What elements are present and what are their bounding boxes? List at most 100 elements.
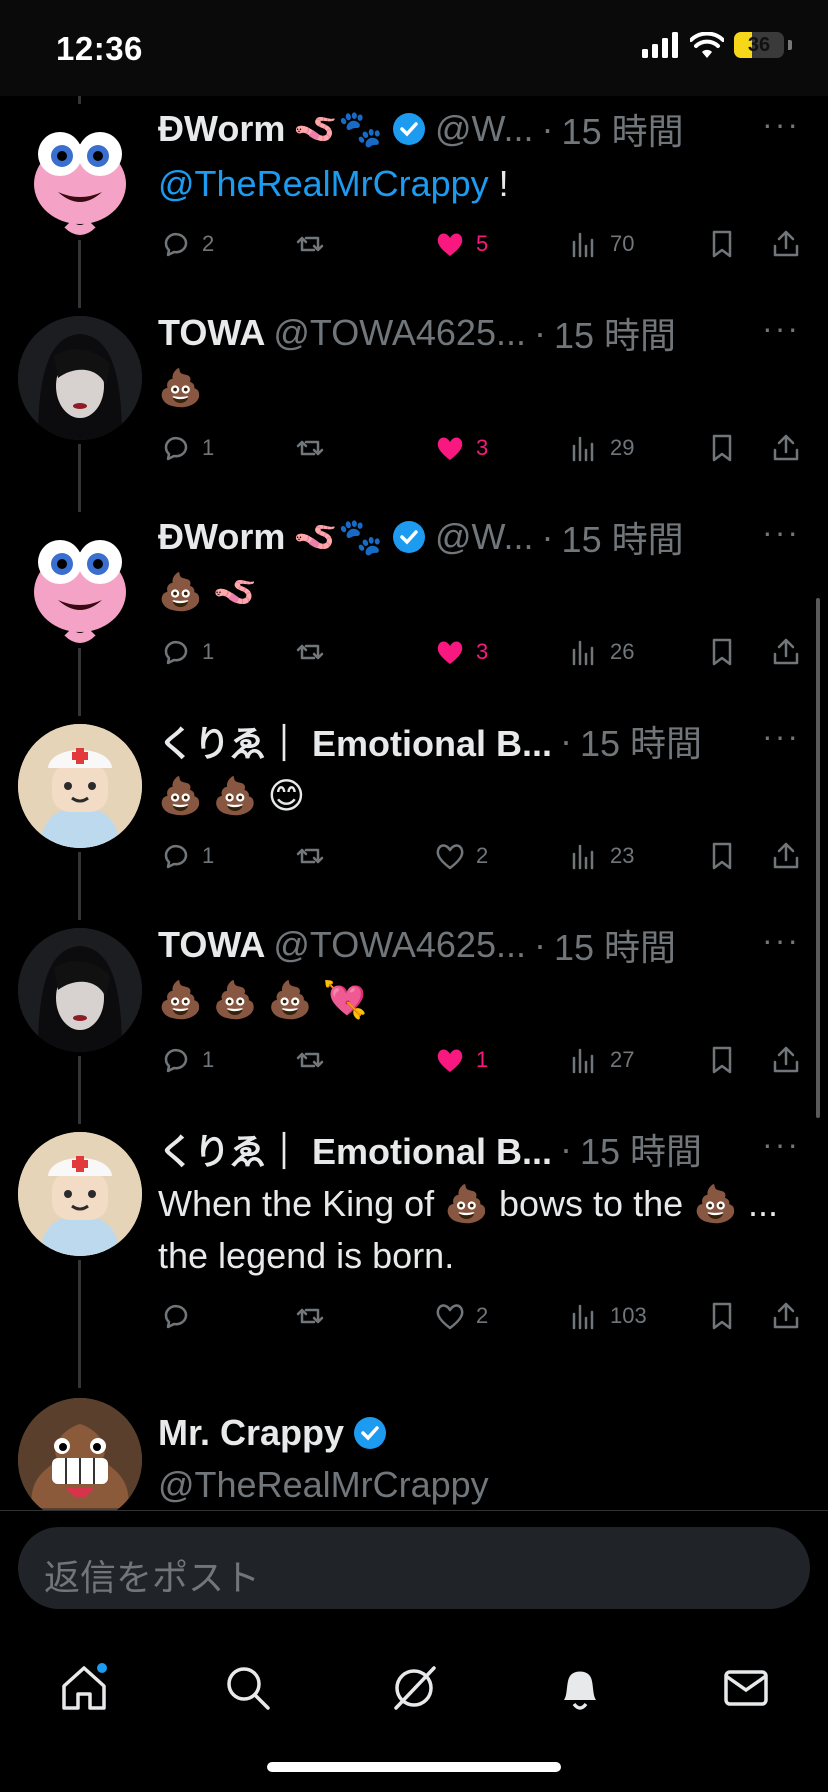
views-button[interactable]: 23 [568,840,634,872]
bookmark-icon [712,842,732,870]
share-button[interactable] [770,636,802,668]
tweet-header: ÐWorm 🪱🐾 @W... · 15 時間 ··· [158,106,802,152]
view-count: 70 [610,231,635,256]
heart-outline-icon [436,844,464,870]
like-button[interactable]: 3 [434,636,488,668]
bookmark-button[interactable] [706,636,738,668]
like-count: 2 [476,843,489,868]
display-name[interactable]: Mr. Crappy [158,1412,344,1454]
repost-button[interactable] [294,432,336,464]
status-time: 12:36 [56,30,143,67]
dark-avatar[interactable] [18,316,142,440]
bookmark-button[interactable] [706,840,738,872]
handle[interactable]: @W... [435,516,534,558]
nurse-avatar[interactable] [18,724,142,848]
timestamp[interactable]: 15 時間 [554,307,676,359]
scrollbar[interactable] [816,598,820,1118]
display-name[interactable]: くりゑ｜ Emotional B... [158,1123,552,1175]
heart-outline-icon [436,1304,464,1330]
more-options-icon[interactable]: ··· [762,310,800,347]
tweet-text: When the King of 💩 bows to the 💩 ... the… [158,1183,778,1276]
timestamp[interactable]: 15 時間 [554,919,676,971]
repost-button[interactable] [294,840,336,872]
tweet-text: 💩 💩 💩 💘 [158,979,368,1020]
reply-input[interactable]: 返信をポスト [18,1527,810,1609]
bookmark-button[interactable] [706,1300,738,1332]
reply-icon [164,1304,188,1329]
more-options-icon[interactable]: ··· [762,1126,800,1163]
reply-button[interactable]: 2 [160,228,214,260]
nurse-avatar[interactable] [18,1132,142,1256]
bookmark-button[interactable] [706,1044,738,1076]
bookmark-button[interactable] [706,432,738,464]
worm-avatar[interactable] [18,112,142,236]
like-button[interactable]: 2 [434,840,488,872]
timestamp[interactable]: 15 時間 [580,1123,702,1175]
view-count: 103 [610,1303,647,1328]
like-button[interactable]: 2 [434,1300,488,1332]
repost-icon [296,848,324,864]
more-options-icon[interactable]: ··· [762,106,800,143]
display-name[interactable]: くりゑ｜ Emotional B... [158,715,552,767]
tab-notifications[interactable] [552,1660,608,1716]
dark-avatar[interactable] [18,928,142,1052]
timestamp[interactable]: 15 時間 [562,103,684,155]
display-name[interactable]: TOWA [158,924,265,966]
display-name[interactable]: TOWA [158,312,265,354]
thread-feed[interactable]: ÐWorm 🪱🐾 @W... · 15 時間 ··· @TheRealMrCra… [0,96,828,1510]
share-button[interactable] [770,228,802,260]
timestamp[interactable]: 15 時間 [562,511,684,563]
reply-button[interactable]: 1 [160,636,214,668]
views-icon [572,640,594,666]
reply-button[interactable] [160,1300,202,1332]
handle[interactable]: @TOWA4625... [273,312,526,354]
reply-count: 1 [202,639,215,664]
display-name[interactable]: ÐWorm [158,516,285,558]
more-options-icon[interactable]: ··· [762,718,800,755]
view-count: 23 [610,843,635,868]
share-button[interactable] [770,1300,802,1332]
handle[interactable]: @TOWA4625... [273,924,526,966]
more-options-icon[interactable]: ··· [762,514,800,551]
repost-button[interactable] [294,636,336,668]
tab-home[interactable] [56,1660,112,1716]
battery-level: 36 [747,34,771,56]
tweet-text: @TheRealMrCrappy ! [158,163,509,204]
views-icon [572,1048,594,1074]
views-button[interactable]: 29 [568,432,634,464]
handle[interactable]: @TheRealMrCrappy [158,1464,489,1506]
timestamp[interactable]: 15 時間 [580,715,702,767]
home-icon [62,1663,107,1710]
repost-button[interactable] [294,228,336,260]
display-name[interactable]: ÐWorm [158,108,285,150]
views-button[interactable]: 27 [568,1044,634,1076]
tweet-actions: 2 103 [158,1300,802,1340]
worm-avatar[interactable] [18,520,142,644]
views-button[interactable]: 103 [568,1300,647,1332]
heart-filled-icon [437,437,463,460]
repost-button[interactable] [294,1044,336,1076]
repost-button[interactable] [294,1300,336,1332]
share-button[interactable] [770,840,802,872]
tab-grok[interactable] [386,1660,442,1716]
like-button[interactable]: 1 [434,1044,488,1076]
reply-button[interactable]: 1 [160,840,214,872]
tab-search[interactable] [220,1660,276,1716]
like-button[interactable]: 3 [434,432,488,464]
tab-messages[interactable] [718,1660,774,1716]
bookmark-button[interactable] [706,228,738,260]
mention-link[interactable]: @TheRealMrCrappy [158,163,489,204]
home-indicator[interactable] [267,1762,561,1772]
share-icon [773,1046,799,1073]
like-button[interactable]: 5 [434,228,488,260]
share-button[interactable] [770,432,802,464]
views-button[interactable]: 26 [568,636,634,668]
reply-count: 1 [202,1047,215,1072]
views-button[interactable]: 70 [568,228,634,260]
reply-button[interactable]: 1 [160,1044,214,1076]
share-button[interactable] [770,1044,802,1076]
more-options-icon[interactable]: ··· [762,922,800,959]
reply-button[interactable]: 1 [160,432,214,464]
handle[interactable]: @W... [435,108,534,150]
poop-avatar[interactable] [18,1398,142,1510]
